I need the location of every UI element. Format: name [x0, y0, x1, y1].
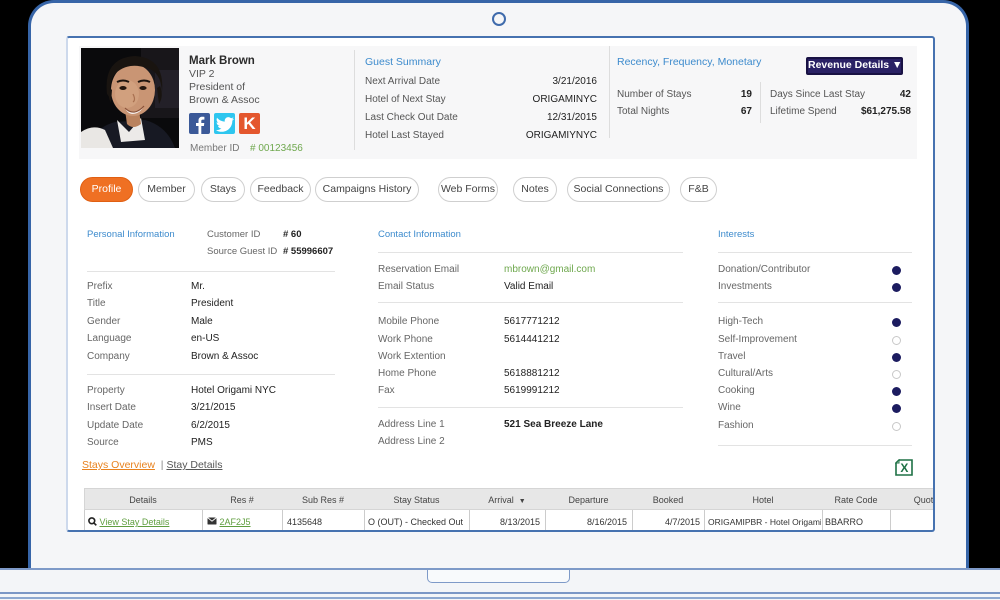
svg-text:X: X: [900, 461, 908, 475]
